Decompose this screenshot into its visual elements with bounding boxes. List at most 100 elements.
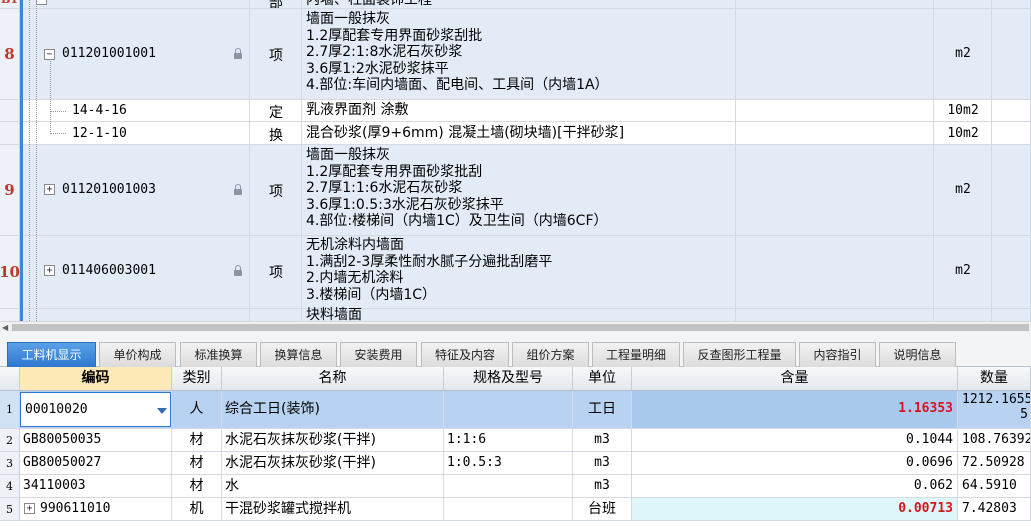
item-code: 011201001001 [62,46,156,61]
corner-header [0,367,20,391]
content-cell[interactable]: 0.0696 [632,452,958,475]
empty-cell[interactable] [736,236,934,309]
category-cell[interactable]: 材 [172,475,222,498]
tab-installation-fees[interactable]: 安装费用 [340,342,417,367]
code-cell[interactable]: + 990611010 [20,498,172,521]
tab-content-guide[interactable]: 内容指引 [799,342,876,367]
tab-reverse-graphic-quantity[interactable]: 反查图形工程量 [683,342,796,367]
extra-cell[interactable] [992,309,1031,321]
category-cell[interactable]: 人 [172,391,222,429]
header-content[interactable]: 含量 [632,367,958,391]
name-cell[interactable]: 水 [222,475,444,498]
empty-cell[interactable] [736,145,934,236]
quota-code: 12-1-10 [72,126,127,141]
name-cell[interactable]: 水泥石灰抹灰砂浆(干拌) [222,429,444,452]
unit-text: m2 [955,46,971,61]
tab-standard-conversion[interactable]: 标准换算 [180,342,257,367]
tab-quantity-detail[interactable]: 工程量明细 [592,342,680,367]
code-cell[interactable] [23,0,250,9]
header-spec[interactable]: 规格及型号 [444,367,573,391]
content-cell[interactable]: 1.16353 [632,391,958,429]
unit-cell[interactable]: m3 [573,429,632,452]
tab-features-content[interactable]: 特征及内容 [421,342,509,367]
tab-description-info[interactable]: 说明信息 [879,342,956,367]
tab-unit-price-composition[interactable]: 单价构成 [99,342,176,367]
name-cell[interactable]: 综合工日(装饰) [222,391,444,429]
code-edit-box[interactable]: 00010020 [20,392,171,427]
content-cell[interactable]: 0.1044 [632,429,958,452]
header-unit[interactable]: 单位 [573,367,632,391]
quantity-cell[interactable]: 64.5910 [958,475,1031,498]
empty-cell[interactable] [736,100,934,122]
unit-cell[interactable] [934,0,992,9]
spec-cell[interactable] [444,498,573,521]
category-text: 项 [269,265,283,281]
quantity-value-wrap: 5 [1020,407,1028,422]
collapse-toggle-icon[interactable]: − [44,49,55,60]
tab-labor-material-machine[interactable]: 工料机显示 [7,342,96,367]
row-number: 10 [0,236,20,309]
description-cell[interactable]: 内墙、柱面装饰工程 [302,0,736,9]
content-cell[interactable]: 0.00713 [632,498,958,521]
row-number [0,122,20,145]
scrollbar-thumb[interactable] [12,324,1029,331]
extra-cell[interactable] [992,145,1031,236]
category-text: 部 [269,0,283,9]
tab-conversion-info[interactable]: 换算信息 [260,342,337,367]
spec-cell[interactable]: 1:1:6 [444,429,573,452]
unit-cell[interactable] [934,309,992,321]
code-cell[interactable]: 00010020 [20,391,172,429]
expand-toggle-icon[interactable]: + [44,184,55,195]
header-name[interactable]: 名称 [222,367,444,391]
spec-cell[interactable] [444,391,573,429]
extra-cell[interactable] [992,100,1031,122]
unit-cell[interactable]: m3 [573,475,632,498]
category-cell[interactable]: 机 [172,498,222,521]
code-cell[interactable]: 34110003 [20,475,172,498]
category-cell[interactable]: 材 [172,429,222,452]
horizontal-scrollbar[interactable]: ◀ [0,321,1031,332]
extra-cell[interactable] [992,9,1031,100]
code-cell[interactable] [23,309,250,321]
spec-cell[interactable]: 1:0.5:3 [444,452,573,475]
header-quantity[interactable]: 数量 [958,367,1031,391]
description-text: 内墙、柱面装饰工程 [306,0,432,8]
category-text: 项 [269,48,283,64]
category-cell[interactable]: 部 [250,0,302,9]
expand-toggle-icon[interactable]: + [44,265,55,276]
content-cell[interactable]: 0.062 [632,475,958,498]
extra-cell[interactable] [992,0,1031,9]
category-cell[interactable]: 材 [172,452,222,475]
empty-cell[interactable] [736,309,934,321]
quantity-cell[interactable]: 7.42803 [958,498,1031,521]
row-number: 5 [0,498,20,521]
extra-cell[interactable] [992,122,1031,145]
quantity-cell[interactable]: 108.76392 [958,429,1031,452]
empty-cell[interactable] [736,0,934,9]
code-cell[interactable]: GB80050035 [20,429,172,452]
scroll-left-arrow-icon[interactable]: ◀ [2,323,8,332]
header-category[interactable]: 类别 [172,367,222,391]
description-cell[interactable] [302,309,736,321]
header-code[interactable]: 编码 [20,367,172,391]
name-cell[interactable]: 水泥石灰抹灰砂浆(干拌) [222,452,444,475]
expand-toggle-icon[interactable] [36,0,47,5]
tab-pricing-scheme[interactable]: 组价方案 [512,342,589,367]
expand-toggle-icon[interactable]: + [24,503,35,514]
extra-cell[interactable] [992,236,1031,309]
code-cell[interactable]: GB80050027 [20,452,172,475]
quantity-cell[interactable]: 1212.1655 5 [958,391,1031,429]
empty-cell[interactable] [736,122,934,145]
unit-cell[interactable]: m3 [573,452,632,475]
name-cell[interactable]: 干混砂浆罐式搅拌机 [222,498,444,521]
dropdown-arrow-icon[interactable] [157,408,167,414]
detail-tab-bar: 工料机显示 单价构成 标准换算 换算信息 安装费用 特征及内容 组价方案 工程量… [0,332,1031,367]
code-edit-value: 00010020 [25,402,88,417]
tree-guide-line [29,0,30,321]
quantity-cell[interactable]: 72.50928 [958,452,1031,475]
unit-cell[interactable]: 工日 [573,391,632,429]
empty-cell[interactable] [736,9,934,100]
spec-cell[interactable] [444,475,573,498]
unit-cell[interactable]: 台班 [573,498,632,521]
category-cell[interactable] [250,309,302,321]
